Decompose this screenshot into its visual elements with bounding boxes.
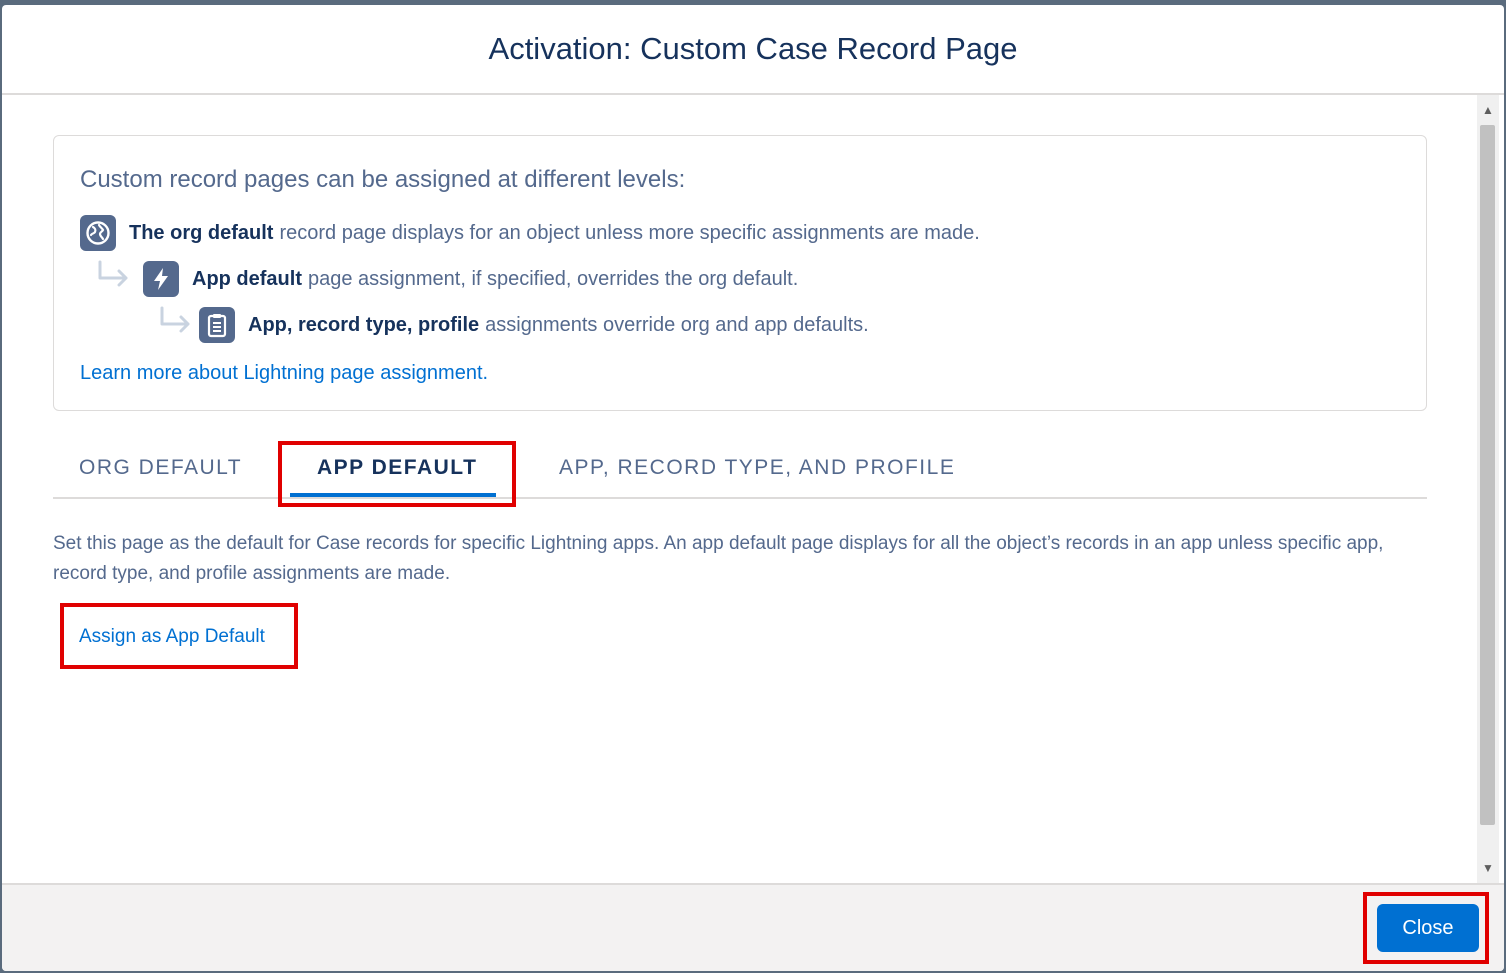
scroll-up-icon[interactable]: ▲	[1477, 99, 1499, 121]
level-strong-label: App default	[192, 267, 302, 290]
app-default-description: Set this page as the default for Case re…	[53, 533, 1384, 584]
level-app-default: App default page assignment, if specifie…	[143, 260, 798, 298]
tab-app-record-type-profile[interactable]: APP, RECORD TYPE, AND PROFILE	[559, 437, 955, 499]
clipboard-icon	[199, 307, 235, 343]
level-description: assignments override org and app default…	[485, 313, 869, 336]
level-description: page assignment, if specified, overrides…	[308, 267, 799, 290]
level-strong-label: App, record type, profile	[248, 313, 480, 336]
assignment-levels-info: Custom record pages can be assigned at d…	[53, 135, 1427, 411]
indent-arrow-icon	[98, 260, 128, 287]
scroll-down-icon[interactable]: ▼	[1477, 857, 1499, 879]
tab-app-default[interactable]: APP DEFAULT	[317, 437, 477, 499]
globe-icon	[80, 215, 116, 251]
indent-arrow-icon	[160, 306, 190, 333]
info-heading: Custom record pages can be assigned at d…	[80, 166, 686, 193]
modal-body: Custom record pages can be assigned at d…	[2, 95, 1476, 883]
modal-header: Activation: Custom Case Record Page	[2, 5, 1504, 95]
tab-org-default[interactable]: ORG DEFAULT	[79, 437, 242, 499]
level-org-default: The org default record page displays for…	[80, 214, 980, 252]
modal-footer: Close	[2, 883, 1504, 971]
scroll-thumb[interactable]	[1480, 125, 1495, 825]
lightning-icon	[143, 261, 179, 297]
learn-more-link[interactable]: Learn more about Lightning page assignme…	[80, 362, 488, 385]
vertical-scrollbar[interactable]: ▲ ▼	[1477, 95, 1499, 883]
level-record-type-profile: App, record type, profile assignments ov…	[199, 306, 869, 344]
assign-app-default-link[interactable]: Assign as App Default	[79, 626, 265, 648]
assignment-tabs: ORG DEFAULT APP DEFAULT APP, RECORD TYPE…	[53, 437, 1427, 499]
activation-modal: Activation: Custom Case Record Page Cust…	[2, 5, 1504, 971]
active-tab-indicator	[290, 493, 496, 497]
level-description: record page displays for an object unles…	[279, 221, 980, 244]
level-strong-label: The org default	[129, 221, 274, 244]
close-button[interactable]: Close	[1377, 904, 1479, 952]
modal-title: Activation: Custom Case Record Page	[488, 31, 1018, 66]
